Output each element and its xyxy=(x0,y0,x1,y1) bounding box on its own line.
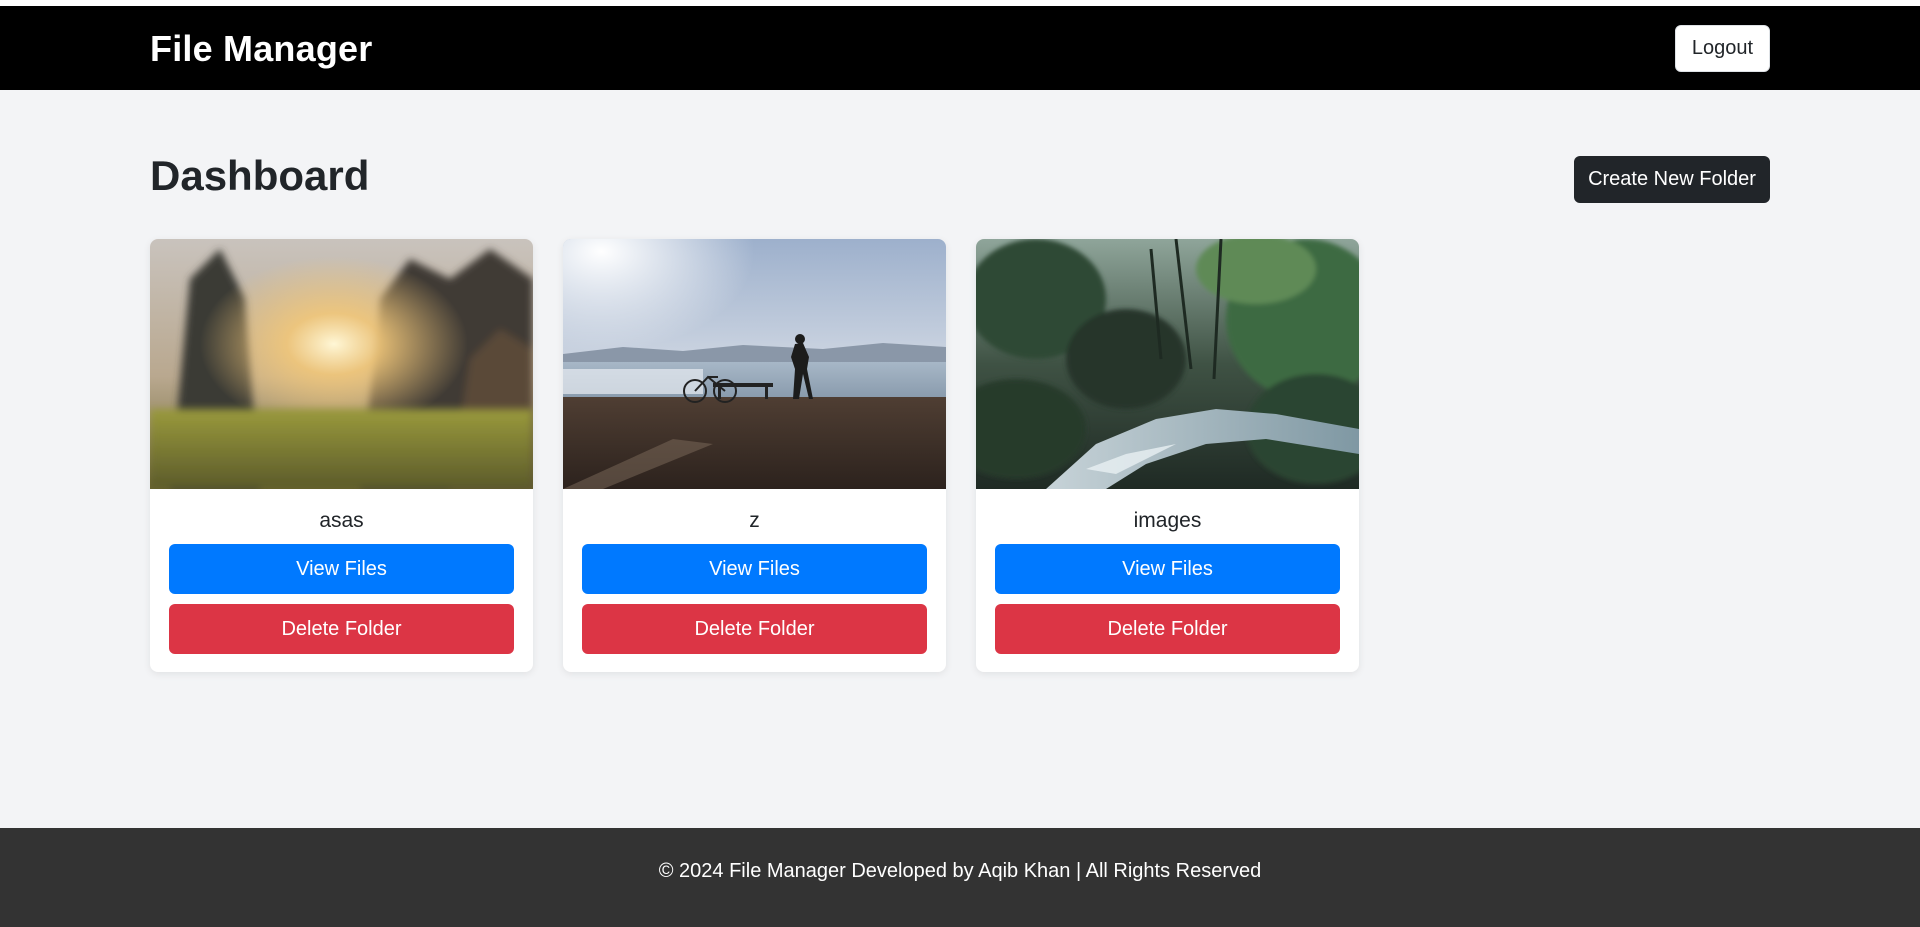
footer-text: © 2024 File Manager Developed by Aqib Kh… xyxy=(658,860,1262,882)
footer: © 2024 File Manager Developed by Aqib Kh… xyxy=(0,828,1920,927)
folder-thumbnail xyxy=(563,239,946,489)
navbar: File Manager Logout xyxy=(0,6,1920,90)
view-files-button[interactable]: View Files xyxy=(169,544,514,594)
folder-name: images xyxy=(1133,509,1202,532)
delete-folder-button[interactable]: Delete Folder xyxy=(169,604,514,654)
view-files-button[interactable]: View Files xyxy=(582,544,927,594)
main-content: Dashboard Create New Folder asas View Fi… xyxy=(0,90,1920,828)
delete-folder-button[interactable]: Delete Folder xyxy=(995,604,1340,654)
lakeside-bicycle-image xyxy=(563,239,946,489)
create-folder-button[interactable]: Create New Folder xyxy=(1574,156,1770,203)
sunset-meadow-image xyxy=(150,239,533,489)
view-files-button[interactable]: View Files xyxy=(995,544,1340,594)
folder-thumbnail xyxy=(150,239,533,489)
folder-card: images View Files Delete Folder xyxy=(976,239,1359,672)
folder-grid: asas View Files Delete Folder z View Fil… xyxy=(150,239,1359,672)
page-title: Dashboard xyxy=(150,152,370,199)
forest-stream-image xyxy=(976,239,1359,489)
delete-folder-button[interactable]: Delete Folder xyxy=(582,604,927,654)
brand-title[interactable]: File Manager xyxy=(150,28,372,70)
folder-card: z View Files Delete Folder xyxy=(563,239,946,672)
folder-thumbnail xyxy=(976,239,1359,489)
folder-name: z xyxy=(749,509,760,532)
logout-button[interactable]: Logout xyxy=(1675,25,1770,72)
folder-card: asas View Files Delete Folder xyxy=(150,239,533,672)
folder-name: asas xyxy=(319,509,364,532)
